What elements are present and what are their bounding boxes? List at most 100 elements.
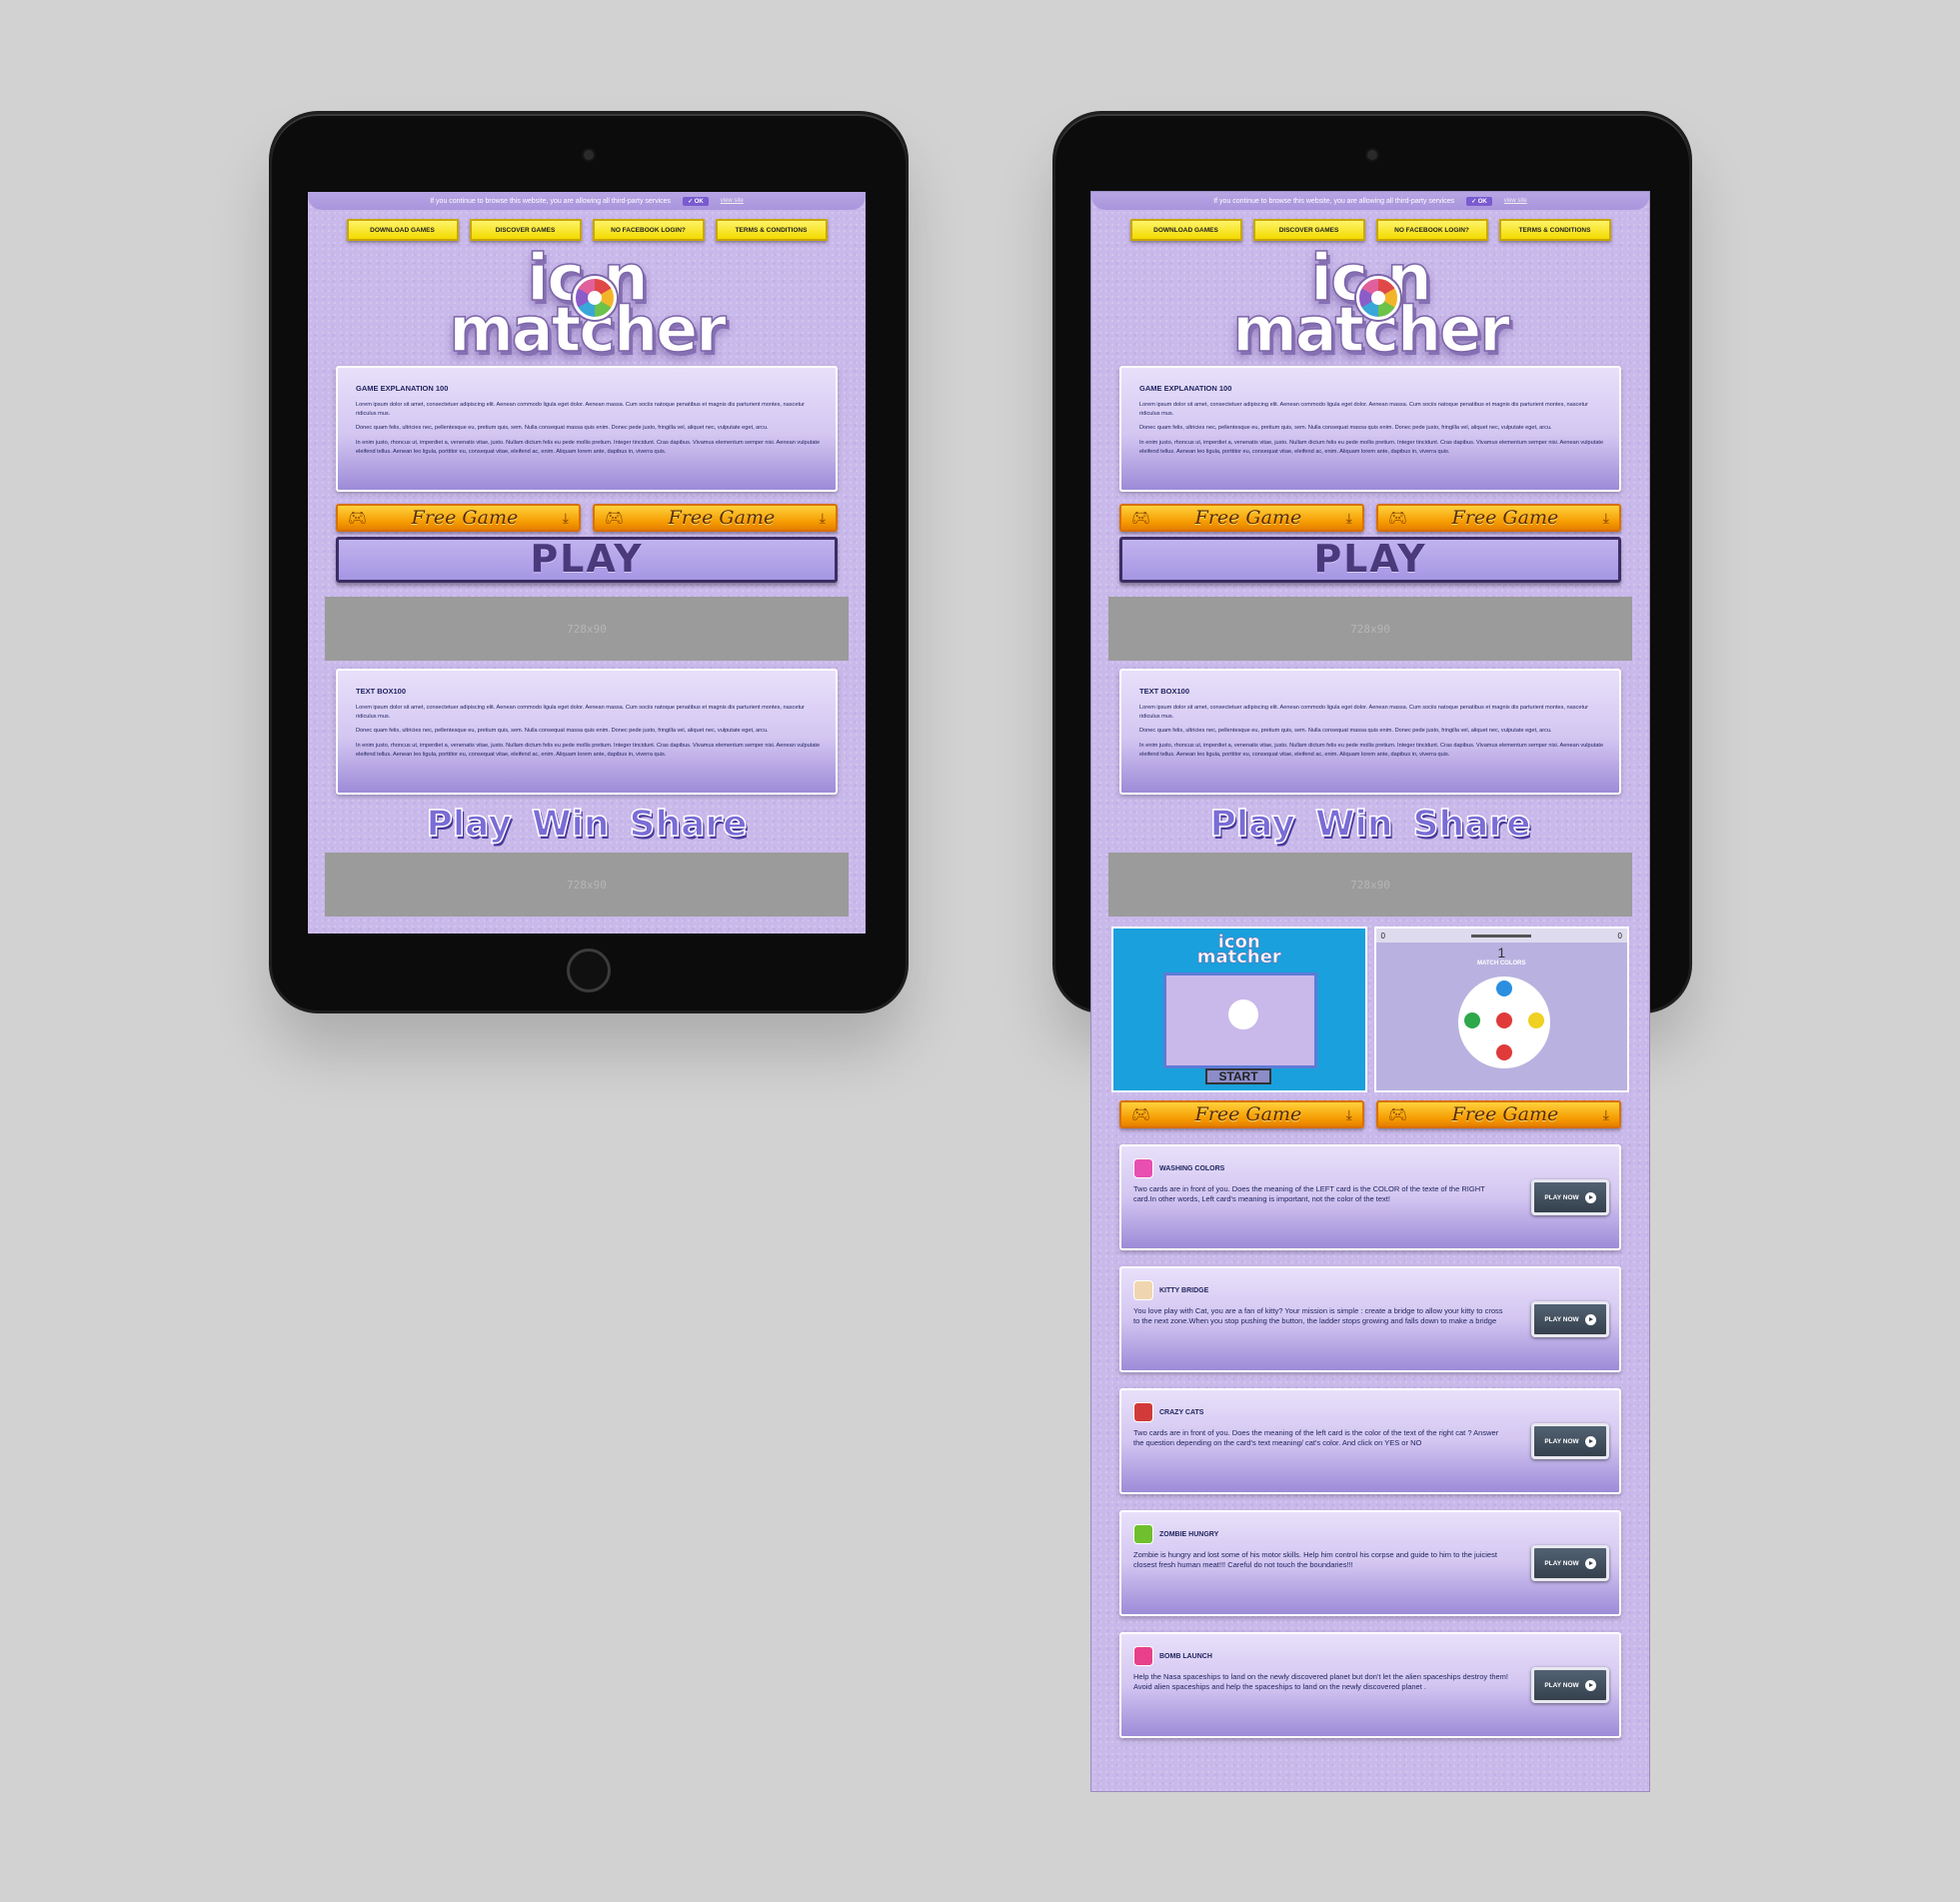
cookie-more-link[interactable]: view site [1504,198,1527,204]
text-box-title: TEXT BOX100 [1139,687,1190,696]
text-box-p1: Lorem ipsum dolor sit amet, consectetuer… [356,705,805,720]
tagline-share: Share [629,803,749,846]
aperture-icon [1356,276,1400,320]
free-game-button[interactable]: 🎮︎ Free Game ⤓ [336,504,581,532]
game-explanation-title: GAME EXPLANATION 100 [356,384,449,393]
start-button[interactable]: START [1205,1068,1271,1084]
game-card: WASHING COLORS Two cards are in front of… [1119,1144,1621,1250]
play-now-button[interactable]: PLAY NOW [1531,1667,1609,1703]
free-game-row: 🎮︎ Free Game ⤓ 🎮︎ Free Game ⤓ [336,504,838,532]
green-dot-icon[interactable] [1463,1012,1480,1028]
game-preview-start-screen[interactable]: icon matcher START [1111,927,1367,1092]
play-now-label: PLAY NOW [1544,1559,1579,1567]
free-game-label: Free Game [1194,507,1302,529]
text-box-title: TEXT BOX100 [356,687,407,696]
nav-discover-games[interactable]: DISCOVER GAMES [469,219,582,241]
game-card-head: KITTY BRIDGE [1133,1280,1607,1300]
game-icon [1133,1646,1153,1666]
game-previews: icon matcher START 0 0 1 MATCH COLORS [1111,927,1629,1092]
download-icon: ⤓ [562,509,569,526]
yellow-dot-icon[interactable] [1527,1012,1544,1028]
free-game-button[interactable]: 🎮︎ Free Game ⤓ [1376,1100,1621,1128]
play-button[interactable]: PLAY [336,537,838,583]
play-icon [1584,1435,1596,1447]
text-box-p2: Donec quam felis, ultricies nec, pellent… [1139,728,1552,735]
game-title: ZOMBIE HUNGRY [1159,1530,1219,1538]
free-game-button[interactable]: 🎮︎ Free Game ⤓ [1376,504,1621,532]
game-explanation-p3: In enim justo, rhoncus ut, imperdiet a, … [1139,439,1604,455]
free-game-label: Free Game [1451,1103,1559,1125]
blue-dot-icon[interactable] [1495,980,1512,996]
top-nav: DOWNLOAD GAMES DISCOVER GAMES NO FACEBOO… [308,219,866,241]
free-game-button[interactable]: 🎮︎ Free Game ⤓ [1119,504,1364,532]
play-now-label: PLAY NOW [1544,1681,1579,1689]
home-button[interactable] [567,949,611,992]
gamepad-icon: 🎮︎ [1388,1106,1408,1123]
game-explanation-box: GAME EXPLANATION 100 Lorem ipsum dolor s… [336,366,838,492]
logo: ic n matcher [1091,241,1649,366]
nav-download-games[interactable]: DOWNLOAD GAMES [1129,219,1242,241]
nav-terms[interactable]: TERMS & CONDITIONS [715,219,828,241]
text-box-p3: In enim justo, rhoncus ut, imperdiet a, … [356,742,821,758]
aperture-icon [573,276,617,320]
play-now-button[interactable]: PLAY NOW [1531,1423,1609,1459]
red-dot-icon[interactable] [1495,1012,1512,1028]
game-card-head: BOMB LAUNCH [1133,1646,1607,1666]
game-description: Help the Nasa spaceships to land on the … [1133,1672,1508,1692]
top-nav: DOWNLOAD GAMES DISCOVER GAMES NO FACEBOO… [1091,219,1649,241]
tagline-share: Share [1412,803,1532,846]
game-card: KITTY BRIDGE You love play with Cat, you… [1119,1266,1621,1372]
game-explanation-p2: Donec quam felis, ultricies nec, pellent… [356,425,769,432]
cookie-bar: If you continue to browse this website, … [308,192,866,210]
nav-discover-games[interactable]: DISCOVER GAMES [1252,219,1365,241]
play-now-button[interactable]: PLAY NOW [1531,1545,1609,1581]
cookie-ok-button[interactable]: ✓ OK [683,196,709,206]
play-button[interactable]: PLAY [1119,537,1621,583]
preview-mini-screen [1163,972,1317,1068]
game-card-head: CRAZY CATS [1133,1402,1607,1422]
game-icon [1133,1524,1153,1544]
game-explanation-p3: In enim justo, rhoncus ut, imperdiet a, … [356,439,821,455]
play-now-label: PLAY NOW [1544,1315,1579,1323]
cookie-bar: If you continue to browse this website, … [1091,192,1649,210]
game-preview-gameplay[interactable]: 0 0 1 MATCH COLORS [1373,927,1629,1092]
tagline: Play Win Share [1091,801,1649,847]
play-icon [1584,1191,1596,1203]
nav-download-games[interactable]: DOWNLOAD GAMES [346,219,459,241]
red-dot-icon[interactable] [1495,1044,1512,1060]
camera-icon [584,150,594,160]
game-title: WASHING COLORS [1159,1164,1225,1172]
play-now-label: PLAY NOW [1544,1437,1579,1445]
play-now-button[interactable]: PLAY NOW [1531,1179,1609,1215]
preview-logo-line2: matcher [1196,947,1281,967]
game-card: ZOMBIE HUNGRY Zombie is hungry and lost … [1119,1510,1621,1616]
round-number: 1 [1497,945,1506,960]
tagline-win: Win [1314,803,1393,846]
preview-ring [1228,999,1258,1029]
game-title: CRAZY CATS [1159,1408,1204,1416]
game-card-head: ZOMBIE HUNGRY [1133,1524,1607,1544]
play-now-button[interactable]: PLAY NOW [1531,1301,1609,1337]
camera-icon [1367,150,1377,160]
text-box-p1: Lorem ipsum dolor sit amet, consectetuer… [1139,705,1588,720]
free-game-button[interactable]: 🎮︎ Free Game ⤓ [1119,1100,1364,1128]
cookie-ok-button[interactable]: ✓ OK [1466,196,1492,206]
free-game-label: Free Game [411,507,519,529]
game-explanation-p2: Donec quam felis, ultricies nec, pellent… [1139,425,1552,432]
tagline-win: Win [531,803,610,846]
nav-terms[interactable]: TERMS & CONDITIONS [1498,219,1611,241]
download-icon: ⤓ [819,509,826,526]
cookie-more-link[interactable]: view site [721,198,744,204]
gamepad-icon: 🎮︎ [1388,510,1408,527]
ad-banner: 728x90 [325,853,849,917]
match-colors-label: MATCH COLORS [1476,960,1526,966]
nav-no-facebook-login[interactable]: NO FACEBOOK LOGIN? [1375,219,1488,241]
game-explanation-p1: Lorem ipsum dolor sit amet, consectetuer… [1139,402,1588,417]
game-description: Two cards are in front of you. Does the … [1133,1184,1485,1204]
free-game-label: Free Game [668,507,776,529]
free-game-button[interactable]: 🎮︎ Free Game ⤓ [593,504,838,532]
nav-no-facebook-login[interactable]: NO FACEBOOK LOGIN? [592,219,705,241]
game-icon [1133,1402,1153,1422]
preview-logo: icon matcher [1113,929,1365,967]
hud-score-left: 0 [1380,931,1385,941]
